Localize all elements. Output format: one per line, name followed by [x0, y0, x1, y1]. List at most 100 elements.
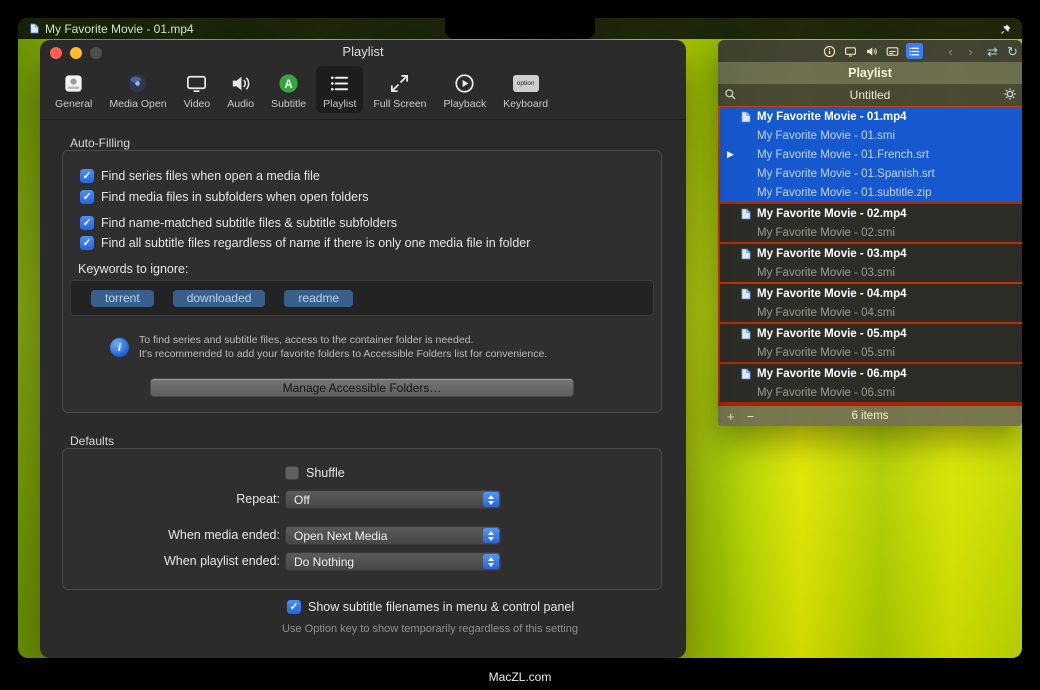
item-count: 6 items: [718, 410, 1022, 422]
general-icon: [61, 70, 87, 96]
list-item[interactable]: My Favorite Movie - 03.smi: [720, 263, 1022, 282]
gear-icon[interactable]: [1003, 87, 1017, 101]
checkbox-unchecked-icon[interactable]: [285, 466, 299, 480]
tab-playlist[interactable]: Playlist: [316, 66, 363, 113]
tab-subtitle[interactable]: A Subtitle: [264, 66, 313, 113]
document-icon: [741, 288, 751, 300]
list-item[interactable]: My Favorite Movie - 05.mp4: [720, 324, 1022, 343]
playlist-panel: ‹ › ⇄ ↻ Playlist Untitled M: [718, 40, 1022, 426]
playlist-group-2: My Favorite Movie - 02.mp4 My Favorite M…: [720, 204, 1022, 242]
tab-audio[interactable]: Audio: [220, 66, 261, 113]
checkbox-checked-icon[interactable]: ✓: [80, 190, 94, 204]
list-item[interactable]: My Favorite Movie - 01.Spanish.srt: [720, 164, 1022, 183]
chevron-left-icon[interactable]: ‹: [942, 43, 959, 59]
repeat-icon[interactable]: ↻: [1004, 43, 1021, 59]
pin-icon[interactable]: [1000, 23, 1012, 35]
list-item[interactable]: My Favorite Movie - 01.smi: [720, 126, 1022, 145]
popup-stepper-icon: [483, 528, 499, 543]
info-icon: i: [110, 338, 129, 357]
info-icon[interactable]: [821, 43, 838, 59]
subtitle-card-icon[interactable]: [884, 43, 901, 59]
checkbox-checked-icon[interactable]: ✓: [80, 236, 94, 250]
fullscreen-icon: [387, 70, 413, 96]
keywords-box: torrent downloaded readme: [70, 280, 654, 316]
list-item[interactable]: My Favorite Movie - 05.smi: [720, 343, 1022, 362]
minimize-button[interactable]: [70, 47, 82, 59]
list-item[interactable]: My Favorite Movie - 02.smi: [720, 223, 1022, 242]
zoom-button: [90, 47, 102, 59]
document-icon: [741, 368, 751, 380]
document-icon: [741, 328, 751, 340]
media-open-icon: [125, 70, 151, 96]
tab-playback[interactable]: Playback: [437, 66, 494, 113]
playlist-icon: [327, 70, 353, 96]
keyword-tag[interactable]: readme: [284, 290, 353, 307]
check-name-matched-subtitles[interactable]: ✓ Find name-matched subtitle files & sub…: [80, 215, 397, 231]
playlist-footer: + − 6 items: [718, 406, 1022, 426]
subtitle-icon: A: [276, 70, 302, 96]
checkbox-checked-icon[interactable]: ✓: [287, 600, 301, 614]
prefs-titlebar: Playlist: [40, 40, 686, 64]
show-subtitle-filenames-row[interactable]: ✓ Show subtitle filenames in menu & cont…: [287, 600, 574, 614]
tab-video[interactable]: Video: [177, 66, 218, 113]
playlist-panel-title: Playlist: [718, 62, 1022, 84]
speaker-icon: [228, 70, 254, 96]
list-item[interactable]: My Favorite Movie - 06.mp4: [720, 364, 1022, 383]
shuffle-icon[interactable]: ⇄: [984, 43, 1001, 59]
watermark: MacZL.com: [0, 670, 1040, 684]
list-item[interactable]: My Favorite Movie - 04.mp4: [720, 284, 1022, 303]
popup-stepper-icon: [483, 554, 499, 569]
check-find-series[interactable]: ✓ Find series files when open a media fi…: [80, 168, 320, 184]
option-key-icon: option: [513, 70, 539, 96]
list-item[interactable]: My Favorite Movie - 03.mp4: [720, 244, 1022, 263]
laptop-bezel: My Favorite Movie - 01.mp4 Playlist: [0, 0, 1040, 690]
manage-accessible-folders-button[interactable]: Manage Accessible Folders…: [150, 378, 574, 397]
display-icon: [184, 70, 210, 96]
close-button[interactable]: [50, 47, 62, 59]
playlist-ended-label: When playlist ended:: [102, 554, 280, 568]
repeat-popup[interactable]: Off: [285, 490, 501, 509]
keyword-tag[interactable]: torrent: [91, 290, 154, 307]
playlist-group-1: My Favorite Movie - 01.mp4 My Favorite M…: [720, 107, 1022, 202]
tab-full-screen[interactable]: Full Screen: [366, 66, 433, 113]
display-icon[interactable]: [842, 43, 859, 59]
tab-general[interactable]: General: [48, 66, 99, 113]
speaker-icon[interactable]: [863, 43, 880, 59]
document-icon: [741, 248, 751, 260]
playlist-group-4: My Favorite Movie - 04.mp4 My Favorite M…: [720, 284, 1022, 322]
playlist-panel-toolbar: ‹ › ⇄ ↻: [718, 40, 1022, 62]
playlist-icon[interactable]: [906, 43, 923, 59]
playlist-search-bar[interactable]: Untitled: [718, 84, 1022, 106]
tab-keyboard[interactable]: option Keyboard: [496, 66, 555, 113]
prefs-title: Playlist: [40, 40, 686, 64]
defaults-label: Defaults: [70, 434, 114, 448]
traffic-lights: [50, 47, 102, 59]
list-item[interactable]: My Favorite Movie - 01.mp4: [720, 107, 1022, 126]
window-title: My Favorite Movie - 01.mp4: [45, 22, 194, 36]
check-all-subtitles[interactable]: ✓ Find all subtitle files regardless of …: [80, 235, 530, 251]
info-line-1: To find series and subtitle files, acces…: [139, 334, 473, 346]
info-block: i To find series and subtitle files, acc…: [110, 333, 547, 361]
shuffle-checkbox-row[interactable]: Shuffle: [285, 466, 345, 480]
popup-stepper-icon: [483, 492, 499, 507]
keyword-tag[interactable]: downloaded: [173, 290, 266, 307]
chevron-right-icon[interactable]: ›: [962, 43, 979, 59]
check-find-media-subfolders[interactable]: ✓ Find media files in subfolders when op…: [80, 189, 369, 205]
screen: My Favorite Movie - 01.mp4 Playlist: [18, 18, 1022, 658]
playlist-group-5: My Favorite Movie - 05.mp4 My Favorite M…: [720, 324, 1022, 362]
list-item[interactable]: My Favorite Movie - 06.smi: [720, 383, 1022, 402]
play-circle-icon: [452, 70, 478, 96]
checkbox-checked-icon[interactable]: ✓: [80, 169, 94, 183]
list-item[interactable]: My Favorite Movie - 02.mp4: [720, 204, 1022, 223]
list-item-playing[interactable]: ▶ My Favorite Movie - 01.French.srt: [720, 145, 1022, 164]
now-playing-icon: ▶: [727, 150, 734, 159]
media-ended-popup[interactable]: Open Next Media: [285, 526, 501, 545]
svg-text:A: A: [284, 78, 292, 90]
tab-media-open[interactable]: Media Open: [102, 66, 173, 113]
playlist-ended-popup[interactable]: Do Nothing: [285, 552, 501, 571]
preferences-window: Playlist General: [40, 40, 686, 658]
list-item[interactable]: My Favorite Movie - 04.smi: [720, 303, 1022, 322]
media-ended-label: When media ended:: [102, 528, 280, 542]
checkbox-checked-icon[interactable]: ✓: [80, 216, 94, 230]
list-item[interactable]: My Favorite Movie - 01.subtitle.zip: [720, 183, 1022, 202]
